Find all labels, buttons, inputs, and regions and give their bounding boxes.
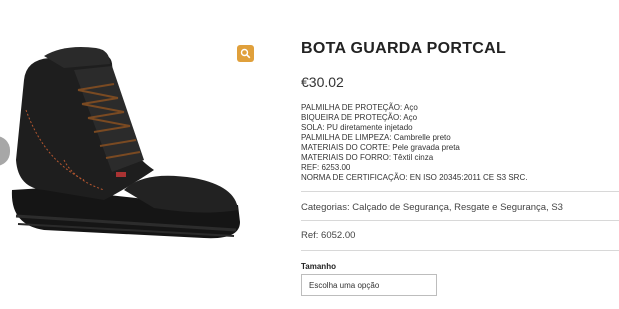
zoom-button[interactable] xyxy=(237,45,254,62)
divider xyxy=(301,220,619,221)
product-page: BOTA GUARDA PORTCAL €30.02 PALMILHA DE P… xyxy=(0,0,619,309)
product-categories[interactable]: Categorias: Calçado de Segurança, Resgat… xyxy=(301,202,563,213)
spec-line: SOLA: PU diretamente injetado xyxy=(301,123,413,132)
size-label: Tamanho xyxy=(301,262,336,271)
product-price: €30.02 xyxy=(301,74,344,90)
spec-line: PALMILHA DE LIMPEZA: Cambrelle preto xyxy=(301,133,451,142)
spec-line: PALMILHA DE PROTEÇÃO: Aço xyxy=(301,103,418,112)
spec-line: MATERIAIS DO CORTE: Pele gravada preta xyxy=(301,143,460,152)
divider xyxy=(301,191,619,192)
spec-line: MATERIAIS DO FORRO: Têxtil cinza xyxy=(301,153,434,162)
size-select[interactable]: Escolha uma opção xyxy=(301,274,437,296)
product-title: BOTA GUARDA PORTCAL xyxy=(301,40,507,57)
product-specs: PALMILHA DE PROTEÇÃO: Aço BIQUEIRA DE PR… xyxy=(301,103,527,183)
divider xyxy=(301,250,619,251)
product-image[interactable] xyxy=(4,40,244,245)
magnifier-icon xyxy=(240,48,251,59)
size-select-value: Escolha uma opção xyxy=(309,281,380,290)
product-gallery xyxy=(0,0,268,309)
spec-line: NORMA DE CERTIFICAÇÃO: EN ISO 20345:2011… xyxy=(301,173,528,182)
spec-line: BIQUEIRA DE PROTEÇÃO: Aço xyxy=(301,113,418,122)
spec-line: REF: 6253.00 xyxy=(301,163,351,172)
product-ref: Ref: 6052.00 xyxy=(301,230,356,241)
